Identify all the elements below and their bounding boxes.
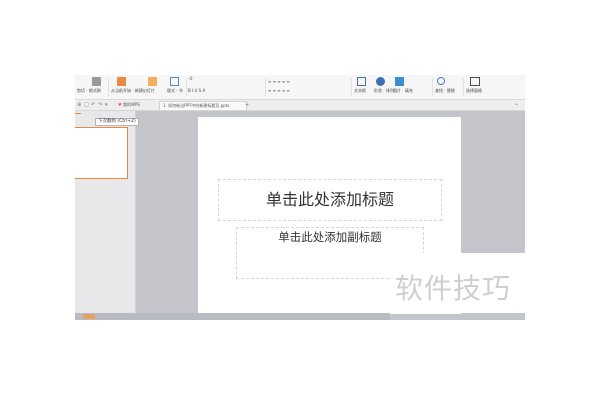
layout-group[interactable]: 版式 · 节 (167, 77, 185, 97)
slide-thumbnail-1[interactable] (75, 127, 128, 179)
ribbon-divider (351, 78, 352, 96)
slide-start-group[interactable]: 从当前开始 · 新建幻灯片 (111, 77, 155, 97)
tab-current-document[interactable]: 1. 如何新出PPT中的新建标题页.pptx (159, 101, 247, 110)
tooltip: 下次翻到 (Ctrl+Z) (95, 118, 139, 126)
picture-group-label: 图片 · 填充 (393, 88, 413, 93)
ribbon-divider (432, 78, 433, 96)
heart-icon: ♥ (118, 102, 122, 107)
title-placeholder[interactable]: 单击此处添加标题 (218, 179, 442, 221)
undo-icon[interactable]: ↶ (91, 102, 95, 108)
new-slide-icon (148, 77, 157, 86)
selection-pane-icon (470, 77, 480, 86)
tab-current-document-label: 1. 如何新出PPT中的新建标题页.pptx (163, 103, 230, 108)
ribbon-collapse-chevron-icon[interactable]: ⌃ (514, 103, 519, 110)
title-placeholder-text: 单击此处添加标题 (265, 190, 394, 209)
select-pane-group-label: 选择窗格 (466, 88, 482, 93)
ribbon-divider (108, 78, 109, 96)
slide-thumbnail-panel[interactable] (75, 111, 136, 320)
search-icon (437, 77, 445, 85)
paragraph-group-label: ≡ ≡ ≡ ≡ ≡ (268, 88, 290, 93)
notes-indicator-icon (83, 314, 95, 319)
textbox-group[interactable]: 文本框 (354, 77, 372, 97)
paragraph-group-top-label: ≡ ≡ ≡ ≡ ≡ (268, 79, 290, 84)
watermark-text: 软件技巧 (395, 272, 512, 305)
picture-group[interactable]: 图片 · 填充 (393, 77, 423, 97)
textbox-group-label: 文本框 (354, 88, 366, 93)
quick-open-icon[interactable]: □ (84, 102, 89, 108)
add-tab-button[interactable]: + (245, 102, 249, 108)
quick-new-icon[interactable]: ⊕ (77, 102, 81, 108)
redo-icon[interactable]: ↷ (98, 102, 102, 108)
paragraph-group[interactable]: ≡ ≡ ≡ ≡ ≡ ≡ ≡ ≡ ≡ ≡ (268, 77, 346, 97)
watermark: 软件技巧 (390, 253, 530, 313)
find-group-label: 查找 · 替换 (435, 88, 455, 93)
layout-group-label: 版式 · 节 (167, 88, 183, 93)
start-slideshow-icon (117, 77, 126, 86)
subtitle-placeholder-text: 单击此处添加副标题 (278, 230, 382, 244)
textbox-icon (357, 77, 366, 86)
select-pane-group[interactable]: 选择窗格 (466, 77, 490, 97)
ribbon-divider (186, 78, 187, 96)
font-size-label[interactable]: -0 (188, 77, 193, 83)
format-painter-icon (92, 77, 101, 86)
find-group[interactable]: 查找 · 替换 (435, 77, 461, 97)
font-group-label: B I U S A (188, 88, 206, 93)
paste-group[interactable]: 剪切 · 格式刷 (77, 77, 105, 97)
font-group[interactable]: -0 B I U S A (188, 77, 258, 97)
status-bar (75, 313, 390, 320)
layout-icon (170, 77, 179, 86)
new-slide-group[interactable] (143, 77, 163, 97)
picture-icon (395, 77, 404, 86)
ribbon-toolbar: 剪切 · 格式刷 从当前开始 · 新建幻灯片 版式 · 节 -0 B I U S… (75, 75, 525, 100)
paste-group-label: 剪切 · 格式刷 (77, 88, 101, 93)
tab-my-wps-label: 我的WPS (122, 102, 140, 107)
document-tab-bar: ⊕ □ ↶ ↷ ▾ ♥ 我的WPS 1. 如何新出PPT中的新建标题页.pptx… (75, 100, 525, 111)
shapes-icon (376, 77, 385, 86)
shape-group-label: 形状 · 排列 (374, 88, 394, 93)
quick-menu-chevron-icon[interactable]: ▾ (105, 102, 108, 108)
tab-my-wps[interactable]: ♥ 我的WPS (115, 101, 143, 109)
ribbon-divider (265, 78, 266, 96)
active-panel-tab-indicator (75, 113, 81, 114)
ribbon-divider (463, 78, 464, 96)
